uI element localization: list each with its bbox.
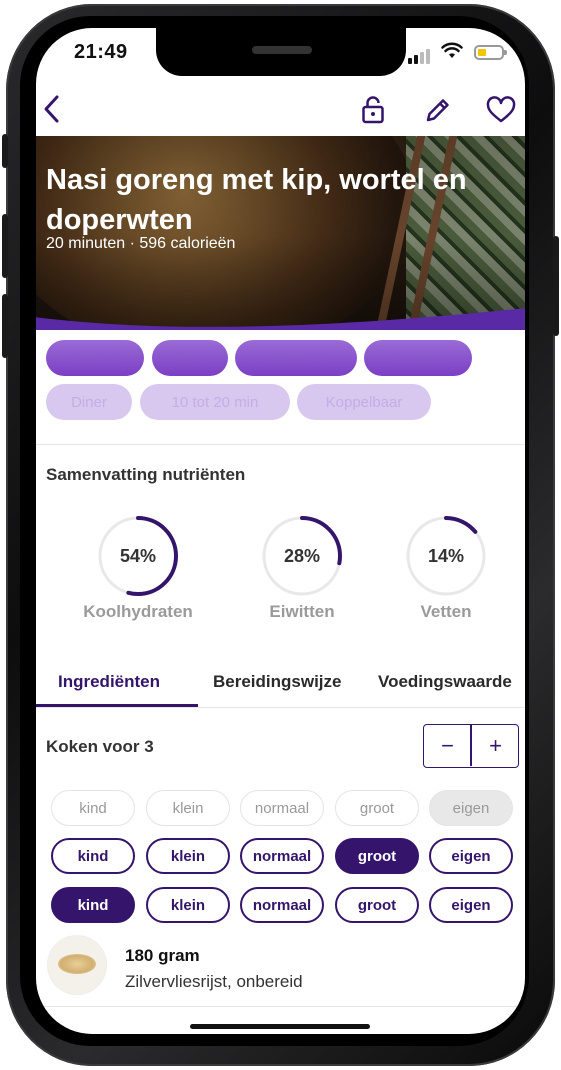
home-indicator — [190, 1024, 370, 1029]
divider — [36, 1006, 525, 1007]
tag-list: Gluten Soja Makkelijk Eiwitrijk Diner 10… — [36, 330, 525, 442]
nutrient-label: Eiwitten — [269, 602, 335, 621]
pencil-icon[interactable] — [424, 96, 452, 124]
nutrient-donut: 14% — [404, 514, 488, 598]
tag-chip[interactable]: Makkelijk — [235, 340, 357, 376]
heart-icon[interactable] — [486, 96, 516, 124]
ingredient-name: Zilvervliesrijst, onbereid — [125, 972, 303, 991]
recipe-hero-image: Nasi goreng met kip, wortel en doperwten… — [36, 136, 525, 336]
donut-percent: 28% — [283, 546, 321, 566]
portion-option-normaal[interactable]: normaal — [240, 887, 324, 923]
power-button — [553, 236, 559, 336]
recipe-meta: 20 minuten · 596 calorieën — [46, 235, 236, 252]
portion-label: Koken voor 3 — [46, 737, 154, 756]
chevron-left-icon[interactable] — [40, 94, 64, 124]
top-nav — [36, 88, 525, 136]
tab-divider — [36, 707, 525, 708]
donut-percent: 14% — [427, 546, 465, 566]
ingredient-amount: 180 gram — [125, 946, 200, 965]
speaker — [252, 46, 312, 54]
notch — [156, 28, 406, 76]
portion-option-kind-selected[interactable]: kind — [51, 887, 135, 923]
portion-option-normaal[interactable]: normaal — [240, 790, 324, 826]
recipe-tabs: Ingrediënten Bereidingswijze Voedingswaa… — [36, 660, 525, 708]
minus-button[interactable]: − — [424, 725, 471, 766]
tab-bereidingswijze[interactable]: Bereidingswijze — [213, 672, 341, 692]
portion-option-kind[interactable]: kind — [51, 790, 135, 826]
tag-chip[interactable]: Eiwitrijk — [364, 340, 472, 376]
rice-icon — [58, 954, 96, 974]
portion-option-klein[interactable]: klein — [146, 790, 230, 826]
portion-option-klein[interactable]: klein — [146, 887, 230, 923]
portion-option-normaal[interactable]: normaal — [240, 838, 324, 874]
wifi-icon — [441, 42, 463, 58]
nutrient-label: Koolhydraten — [83, 602, 193, 621]
nutrient-donut: 54% — [96, 514, 180, 598]
portion-option-eigen[interactable]: eigen — [429, 887, 513, 923]
tag-chip[interactable]: Soja — [152, 340, 228, 376]
tab-ingredienten[interactable]: Ingrediënten — [58, 672, 160, 692]
donut-percent: 54% — [119, 546, 157, 566]
portion-option-klein[interactable]: klein — [146, 838, 230, 874]
portion-option-groot[interactable]: groot — [335, 887, 419, 923]
portion-option-eigen[interactable]: eigen — [429, 838, 513, 874]
nutrient-donut: 28% — [260, 514, 344, 598]
app-screen: 21:49 Nasi goreng met kip, wortel en dop… — [36, 28, 525, 1034]
tag-chip[interactable]: Diner — [46, 384, 132, 420]
portion-option-groot-selected[interactable]: groot — [335, 838, 419, 874]
volume-down-button — [2, 294, 8, 358]
plus-button[interactable]: + — [472, 725, 519, 766]
portion-option-eigen[interactable]: eigen — [429, 790, 513, 826]
portion-option-kind[interactable]: kind — [51, 838, 135, 874]
active-tab-indicator — [36, 704, 198, 707]
tag-chip[interactable]: Gluten — [46, 340, 144, 376]
signal-icon — [408, 46, 432, 64]
divider — [36, 444, 525, 445]
status-time: 21:49 — [74, 41, 128, 63]
lock-icon[interactable] — [361, 96, 385, 124]
tab-voedingswaarde[interactable]: Voedingswaarde — [378, 672, 512, 692]
mute-switch — [2, 134, 8, 168]
nutrient-label: Vetten — [420, 602, 472, 621]
ingredient-image — [48, 936, 106, 994]
volume-up-button — [2, 214, 8, 278]
portion-option-groot[interactable]: groot — [335, 790, 419, 826]
nutrients-title: Samenvatting nutriënten — [46, 465, 246, 484]
recipe-title: Nasi goreng met kip, wortel en doperwten — [46, 164, 467, 236]
battery-icon — [474, 45, 507, 60]
portion-stepper: − + — [423, 724, 519, 768]
tag-chip[interactable]: 10 tot 20 min — [140, 384, 290, 420]
tag-chip[interactable]: Koppelbaar — [297, 384, 431, 420]
